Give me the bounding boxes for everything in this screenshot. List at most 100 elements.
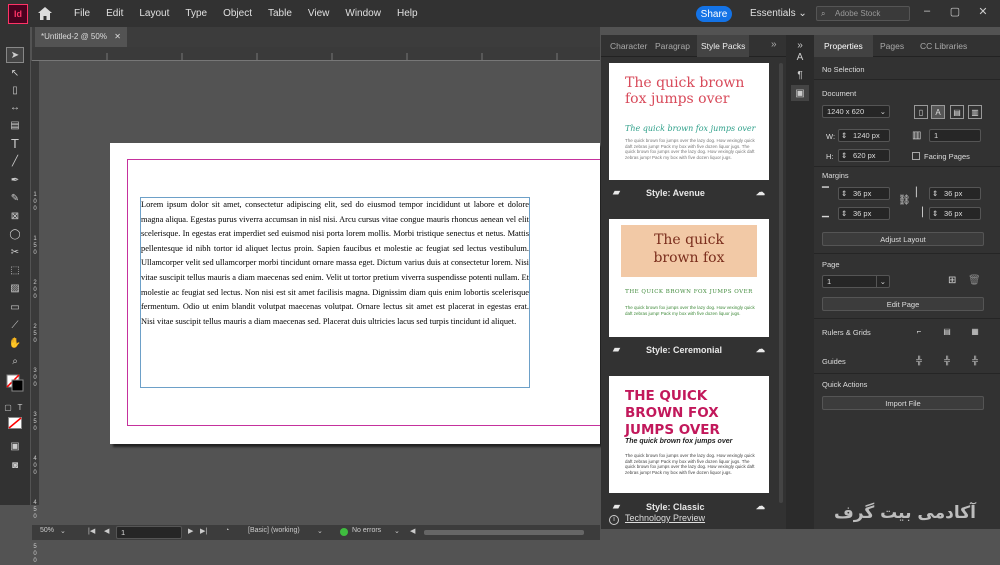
add-page-icon[interactable]: ⊞	[948, 275, 956, 286]
cloud-download-icon[interactable]: ☁	[756, 344, 765, 355]
width-stepper-icon[interactable]: ⇕	[841, 130, 847, 141]
cloud-download-icon[interactable]: ☁	[756, 501, 765, 512]
menu-window[interactable]: Window	[337, 0, 389, 27]
line-tool-icon[interactable]: ╱	[6, 153, 24, 169]
stepper-icon[interactable]: ⇕	[841, 208, 847, 219]
import-file-button[interactable]: Import File	[822, 396, 984, 410]
screen-mode-icon[interactable]: ◙	[6, 457, 24, 473]
note-tool-icon[interactable]: ▭	[6, 299, 24, 315]
edit-page-button[interactable]: Edit Page	[822, 297, 984, 311]
free-transform-tool-icon[interactable]: ⬚	[6, 262, 24, 278]
facing-icon[interactable]: ▤	[950, 105, 964, 119]
preflight-errors[interactable]: No errors	[352, 527, 381, 534]
formatting-container-icon[interactable]: ▢	[4, 399, 12, 415]
height-stepper-icon[interactable]: ⇕	[841, 150, 847, 161]
view-mode-icon[interactable]: ▣	[6, 438, 24, 454]
pages-count-field[interactable]: 1	[929, 129, 981, 142]
margin-left-field[interactable]: ⇕ 36 px	[929, 187, 981, 200]
pencil-tool-icon[interactable]: ✎	[6, 190, 24, 206]
menu-layout[interactable]: Layout	[131, 0, 177, 27]
body-text[interactable]: Lorem ipsum dolor sit amet, consectetur …	[141, 198, 529, 329]
height-field[interactable]: ⇕ 620 px	[838, 149, 890, 162]
maximize-icon[interactable]: ▢	[944, 0, 966, 22]
page-tool-icon[interactable]: ▯	[6, 82, 24, 98]
margin-right-field[interactable]: ⇕ 36 px	[929, 207, 981, 220]
menu-edit[interactable]: Edit	[98, 0, 131, 27]
style-mode[interactable]: [Basic] (working)	[248, 527, 300, 534]
gap-tool-icon[interactable]: ↔	[6, 99, 24, 115]
previous-page-icon[interactable]: ◀	[104, 527, 109, 535]
page-dropdown[interactable]: 1 ⌄	[822, 275, 890, 288]
vertical-ruler[interactable]: 100150200250300350400450500	[31, 61, 39, 564]
formatting-text-icon[interactable]: T	[16, 399, 24, 415]
margin-top-field[interactable]: ⇕ 36 px	[838, 187, 890, 200]
technology-preview-row[interactable]: i Technology Preview	[609, 513, 779, 525]
style-card-classic[interactable]: THE QUICK BROWN FOX JUMPS OVER The quick…	[609, 376, 769, 493]
cloud-sync-icon[interactable]: ☁	[756, 187, 765, 198]
minimize-icon[interactable]: –	[916, 0, 938, 22]
close-icon[interactable]: ✕	[972, 0, 994, 22]
rectangle-frame-tool-icon[interactable]: ⊠	[6, 208, 24, 224]
style-card-avenue[interactable]: The quick brown fox jumps over The quick…	[609, 63, 769, 180]
hand-tool-icon[interactable]: ✋	[6, 335, 24, 351]
eyedropper-tool-icon[interactable]: ⟋	[6, 317, 24, 333]
close-tab-icon[interactable]: ✕	[114, 27, 121, 47]
panel-collapse-icon[interactable]: »	[771, 39, 777, 50]
delete-page-icon[interactable]: 🗑	[968, 275, 981, 286]
ruler-icon[interactable]: ⌐	[912, 324, 926, 338]
ellipse-tool-icon[interactable]: ◯	[6, 226, 24, 242]
stepper-icon[interactable]: ⇕	[932, 188, 938, 199]
direct-selection-tool-icon[interactable]: ↖	[6, 65, 24, 81]
tab-pages[interactable]: Pages	[880, 41, 904, 51]
zoom-dropdown-icon[interactable]: ⌄	[60, 527, 66, 535]
landscape-icon[interactable]: A	[931, 105, 945, 119]
preflight-icon[interactable]: ◔	[225, 527, 229, 534]
gradient-swatch-tool-icon[interactable]: ▨	[6, 280, 24, 296]
adjust-layout-button[interactable]: Adjust Layout	[822, 232, 984, 246]
first-page-icon[interactable]: |◀	[88, 527, 95, 535]
scissors-tool-icon[interactable]: ✂	[6, 244, 24, 260]
stepper-icon[interactable]: ⇕	[841, 188, 847, 199]
next-page-icon[interactable]: ▶	[188, 527, 193, 535]
document-tab[interactable]: *Untitled-2 @ 50% ✕	[35, 27, 127, 47]
tab-cc-libraries[interactable]: CC Libraries	[920, 41, 967, 51]
technology-preview-link[interactable]: Technology Preview	[625, 513, 705, 523]
errors-dropdown-icon[interactable]: ⌄	[394, 527, 400, 535]
pen-tool-icon[interactable]: ✒	[6, 172, 24, 188]
link-margins-icon[interactable]: ⛓	[898, 195, 911, 206]
show-guides-icon[interactable]: ╬	[912, 353, 926, 367]
style-packs-scrollbar[interactable]	[779, 63, 783, 503]
style-packs-panel-icon[interactable]: ▣	[791, 85, 809, 101]
lock-guides-icon[interactable]: ╬	[940, 353, 954, 367]
share-button[interactable]: Share	[696, 6, 732, 22]
facing-pages-checkbox[interactable]	[912, 152, 920, 160]
apply-none-icon[interactable]	[6, 415, 24, 431]
home-icon[interactable]	[34, 3, 56, 25]
menu-table[interactable]: Table	[260, 0, 300, 27]
scroll-left-icon[interactable]: ◀	[410, 527, 415, 535]
menu-help[interactable]: Help	[389, 0, 426, 27]
content-collector-icon[interactable]: ▤	[6, 117, 24, 133]
document-preset-dropdown[interactable]: 1240 x 620 ⌄	[822, 105, 890, 118]
tab-properties[interactable]: Properties	[814, 35, 873, 57]
adobe-stock-search[interactable]: ⌕ Adobe Stock	[816, 6, 910, 21]
baseline-grid-icon[interactable]: ▤	[940, 324, 954, 338]
page-number-field[interactable]: 1	[116, 526, 182, 539]
horizontal-ruler[interactable]	[32, 47, 600, 61]
zoom-level[interactable]: 50%	[40, 527, 54, 534]
menu-object[interactable]: Object	[215, 0, 260, 27]
type-tool-icon[interactable]: T	[6, 135, 24, 151]
smart-guides-icon[interactable]: ╬	[968, 353, 982, 367]
horizontal-scrollbar[interactable]	[424, 530, 584, 535]
fill-stroke-swatch-icon[interactable]	[6, 374, 24, 392]
tab-character[interactable]: Character	[610, 41, 647, 51]
document-grid-icon[interactable]: ▦	[968, 324, 982, 338]
last-page-icon[interactable]: ▶|	[200, 527, 207, 535]
workspace-switcher[interactable]: Essentials ⌄	[750, 0, 807, 27]
zoom-tool-icon[interactable]: ⌕	[6, 353, 24, 369]
selection-tool-icon[interactable]: ➤	[6, 47, 24, 63]
style-card-ceremonial[interactable]: The quick brown fox THE QUICK BROWN FOX …	[609, 219, 769, 337]
stepper-icon[interactable]: ⇕	[932, 208, 938, 219]
page-layout-icon[interactable]: ▥	[968, 105, 982, 119]
tab-style-packs[interactable]: Style Packs	[697, 35, 750, 57]
